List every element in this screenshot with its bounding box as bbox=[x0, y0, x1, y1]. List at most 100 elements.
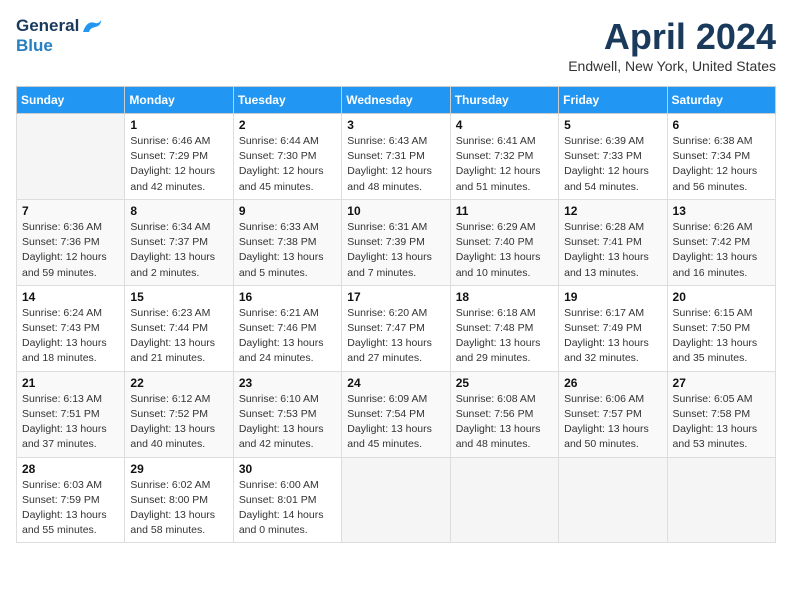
calendar-cell: 30 Sunrise: 6:00 AM Sunset: 8:01 PM Dayli… bbox=[233, 457, 341, 543]
day-number: 12 bbox=[564, 204, 661, 218]
calendar-week-5: 28 Sunrise: 6:03 AM Sunset: 7:59 PM Dayli… bbox=[17, 457, 776, 543]
calendar-cell bbox=[17, 114, 125, 200]
calendar-cell: 27 Sunrise: 6:05 AM Sunset: 7:58 PM Dayli… bbox=[667, 371, 775, 457]
day-info: Sunrise: 6:24 AM Sunset: 7:43 PM Dayligh… bbox=[22, 306, 119, 367]
day-info: Sunrise: 6:08 AM Sunset: 7:56 PM Dayligh… bbox=[456, 392, 553, 453]
calendar-cell: 10 Sunrise: 6:31 AM Sunset: 7:39 PM Dayli… bbox=[342, 199, 450, 285]
logo: General Blue bbox=[16, 16, 103, 56]
calendar-table: SundayMondayTuesdayWednesdayThursdayFrid… bbox=[16, 86, 776, 543]
column-header-wednesday: Wednesday bbox=[342, 87, 450, 114]
calendar-cell: 23Sunrise: 6:10 AM Sunset: 7:53 PM Dayli… bbox=[233, 371, 341, 457]
day-number: 3 bbox=[347, 118, 444, 132]
day-number: 24 bbox=[347, 376, 444, 390]
day-number: 27 bbox=[673, 376, 770, 390]
calendar-cell: 19 Sunrise: 6:17 AM Sunset: 7:49 PM Dayli… bbox=[559, 285, 667, 371]
day-info: Sunrise: 6:02 AM Sunset: 8:00 PM Dayligh… bbox=[130, 478, 227, 539]
day-number: 10 bbox=[347, 204, 444, 218]
day-number: 14 bbox=[22, 290, 119, 304]
calendar-cell: 21 Sunrise: 6:13 AM Sunset: 7:51 PM Dayli… bbox=[17, 371, 125, 457]
column-header-thursday: Thursday bbox=[450, 87, 558, 114]
column-header-sunday: Sunday bbox=[17, 87, 125, 114]
calendar-header-row: SundayMondayTuesdayWednesdayThursdayFrid… bbox=[17, 87, 776, 114]
day-info: Sunrise: 6:39 AM Sunset: 7:33 PM Dayligh… bbox=[564, 134, 661, 195]
column-header-monday: Monday bbox=[125, 87, 233, 114]
day-number: 9 bbox=[239, 204, 336, 218]
calendar-week-4: 21 Sunrise: 6:13 AM Sunset: 7:51 PM Dayli… bbox=[17, 371, 776, 457]
day-number: 22 bbox=[130, 376, 227, 390]
day-info: Sunrise: 6:34 AM Sunset: 7:37 PM Dayligh… bbox=[130, 220, 227, 281]
day-info: Sunrise: 6:06 AM Sunset: 7:57 PM Dayligh… bbox=[564, 392, 661, 453]
day-number: 28 bbox=[22, 462, 119, 476]
calendar-cell: 2 Sunrise: 6:44 AM Sunset: 7:30 PM Daylig… bbox=[233, 114, 341, 200]
day-info: Sunrise: 6:13 AM Sunset: 7:51 PM Dayligh… bbox=[22, 392, 119, 453]
day-info: Sunrise: 6:17 AM Sunset: 7:49 PM Dayligh… bbox=[564, 306, 661, 367]
day-number: 6 bbox=[673, 118, 770, 132]
day-info: Sunrise: 6:23 AM Sunset: 7:44 PM Dayligh… bbox=[130, 306, 227, 367]
day-info: Sunrise: 6:44 AM Sunset: 7:30 PM Dayligh… bbox=[239, 134, 336, 195]
day-number: 5 bbox=[564, 118, 661, 132]
calendar-cell: 26 Sunrise: 6:06 AM Sunset: 7:57 PM Dayli… bbox=[559, 371, 667, 457]
calendar-cell: 7Sunrise: 6:36 AM Sunset: 7:36 PM Daylig… bbox=[17, 199, 125, 285]
day-number: 2 bbox=[239, 118, 336, 132]
day-number: 30 bbox=[239, 462, 336, 476]
calendar-cell bbox=[667, 457, 775, 543]
day-info: Sunrise: 6:03 AM Sunset: 7:59 PM Dayligh… bbox=[22, 478, 119, 539]
day-info: Sunrise: 6:26 AM Sunset: 7:42 PM Dayligh… bbox=[673, 220, 770, 281]
day-number: 13 bbox=[673, 204, 770, 218]
logo-general: General bbox=[16, 16, 79, 36]
calendar-cell: 25 Sunrise: 6:08 AM Sunset: 7:56 PM Dayli… bbox=[450, 371, 558, 457]
day-info: Sunrise: 6:28 AM Sunset: 7:41 PM Dayligh… bbox=[564, 220, 661, 281]
day-number: 18 bbox=[456, 290, 553, 304]
day-number: 25 bbox=[456, 376, 553, 390]
day-number: 4 bbox=[456, 118, 553, 132]
day-number: 16 bbox=[239, 290, 336, 304]
calendar-cell: 22 Sunrise: 6:12 AM Sunset: 7:52 PM Dayli… bbox=[125, 371, 233, 457]
day-number: 1 bbox=[130, 118, 227, 132]
day-info: Sunrise: 6:09 AM Sunset: 7:54 PM Dayligh… bbox=[347, 392, 444, 453]
day-info: Sunrise: 6:29 AM Sunset: 7:40 PM Dayligh… bbox=[456, 220, 553, 281]
column-header-saturday: Saturday bbox=[667, 87, 775, 114]
column-header-friday: Friday bbox=[559, 87, 667, 114]
calendar-cell: 28 Sunrise: 6:03 AM Sunset: 7:59 PM Dayli… bbox=[17, 457, 125, 543]
day-number: 17 bbox=[347, 290, 444, 304]
calendar-cell: 4 Sunrise: 6:41 AM Sunset: 7:32 PM Daylig… bbox=[450, 114, 558, 200]
day-number: 19 bbox=[564, 290, 661, 304]
calendar-cell: 24 Sunrise: 6:09 AM Sunset: 7:54 PM Dayli… bbox=[342, 371, 450, 457]
day-info: Sunrise: 6:41 AM Sunset: 7:32 PM Dayligh… bbox=[456, 134, 553, 195]
day-info: Sunrise: 6:46 AM Sunset: 7:29 PM Dayligh… bbox=[130, 134, 227, 195]
day-number: 29 bbox=[130, 462, 227, 476]
day-number: 23 bbox=[239, 376, 336, 390]
calendar-cell: 18 Sunrise: 6:18 AM Sunset: 7:48 PM Dayli… bbox=[450, 285, 558, 371]
calendar-cell: 20Sunrise: 6:15 AM Sunset: 7:50 PM Dayli… bbox=[667, 285, 775, 371]
page-header: General Blue April 2024 Endwell, New Yor… bbox=[16, 16, 776, 74]
calendar-week-2: 7Sunrise: 6:36 AM Sunset: 7:36 PM Daylig… bbox=[17, 199, 776, 285]
calendar-cell: 8 Sunrise: 6:34 AM Sunset: 7:37 PM Daylig… bbox=[125, 199, 233, 285]
page-subtitle: Endwell, New York, United States bbox=[568, 58, 776, 74]
column-header-tuesday: Tuesday bbox=[233, 87, 341, 114]
day-info: Sunrise: 6:38 AM Sunset: 7:34 PM Dayligh… bbox=[673, 134, 770, 195]
day-number: 21 bbox=[22, 376, 119, 390]
logo-bird-icon bbox=[81, 18, 103, 34]
calendar-body: 1 Sunrise: 6:46 AM Sunset: 7:29 PM Daylig… bbox=[17, 114, 776, 543]
day-info: Sunrise: 6:21 AM Sunset: 7:46 PM Dayligh… bbox=[239, 306, 336, 367]
day-info: Sunrise: 6:00 AM Sunset: 8:01 PM Dayligh… bbox=[239, 478, 336, 539]
calendar-cell: 6 Sunrise: 6:38 AM Sunset: 7:34 PM Daylig… bbox=[667, 114, 775, 200]
logo-blue: Blue bbox=[16, 36, 53, 56]
day-info: Sunrise: 6:18 AM Sunset: 7:48 PM Dayligh… bbox=[456, 306, 553, 367]
calendar-cell: 13 Sunrise: 6:26 AM Sunset: 7:42 PM Dayli… bbox=[667, 199, 775, 285]
day-info: Sunrise: 6:43 AM Sunset: 7:31 PM Dayligh… bbox=[347, 134, 444, 195]
day-number: 11 bbox=[456, 204, 553, 218]
calendar-cell: 11 Sunrise: 6:29 AM Sunset: 7:40 PM Dayli… bbox=[450, 199, 558, 285]
calendar-cell bbox=[559, 457, 667, 543]
day-number: 7 bbox=[22, 204, 119, 218]
day-info: Sunrise: 6:31 AM Sunset: 7:39 PM Dayligh… bbox=[347, 220, 444, 281]
calendar-week-1: 1 Sunrise: 6:46 AM Sunset: 7:29 PM Daylig… bbox=[17, 114, 776, 200]
day-number: 20 bbox=[673, 290, 770, 304]
day-number: 8 bbox=[130, 204, 227, 218]
calendar-week-3: 14 Sunrise: 6:24 AM Sunset: 7:43 PM Dayli… bbox=[17, 285, 776, 371]
day-number: 26 bbox=[564, 376, 661, 390]
day-info: Sunrise: 6:12 AM Sunset: 7:52 PM Dayligh… bbox=[130, 392, 227, 453]
calendar-cell: 1 Sunrise: 6:46 AM Sunset: 7:29 PM Daylig… bbox=[125, 114, 233, 200]
day-info: Sunrise: 6:05 AM Sunset: 7:58 PM Dayligh… bbox=[673, 392, 770, 453]
calendar-cell: 5 Sunrise: 6:39 AM Sunset: 7:33 PM Daylig… bbox=[559, 114, 667, 200]
